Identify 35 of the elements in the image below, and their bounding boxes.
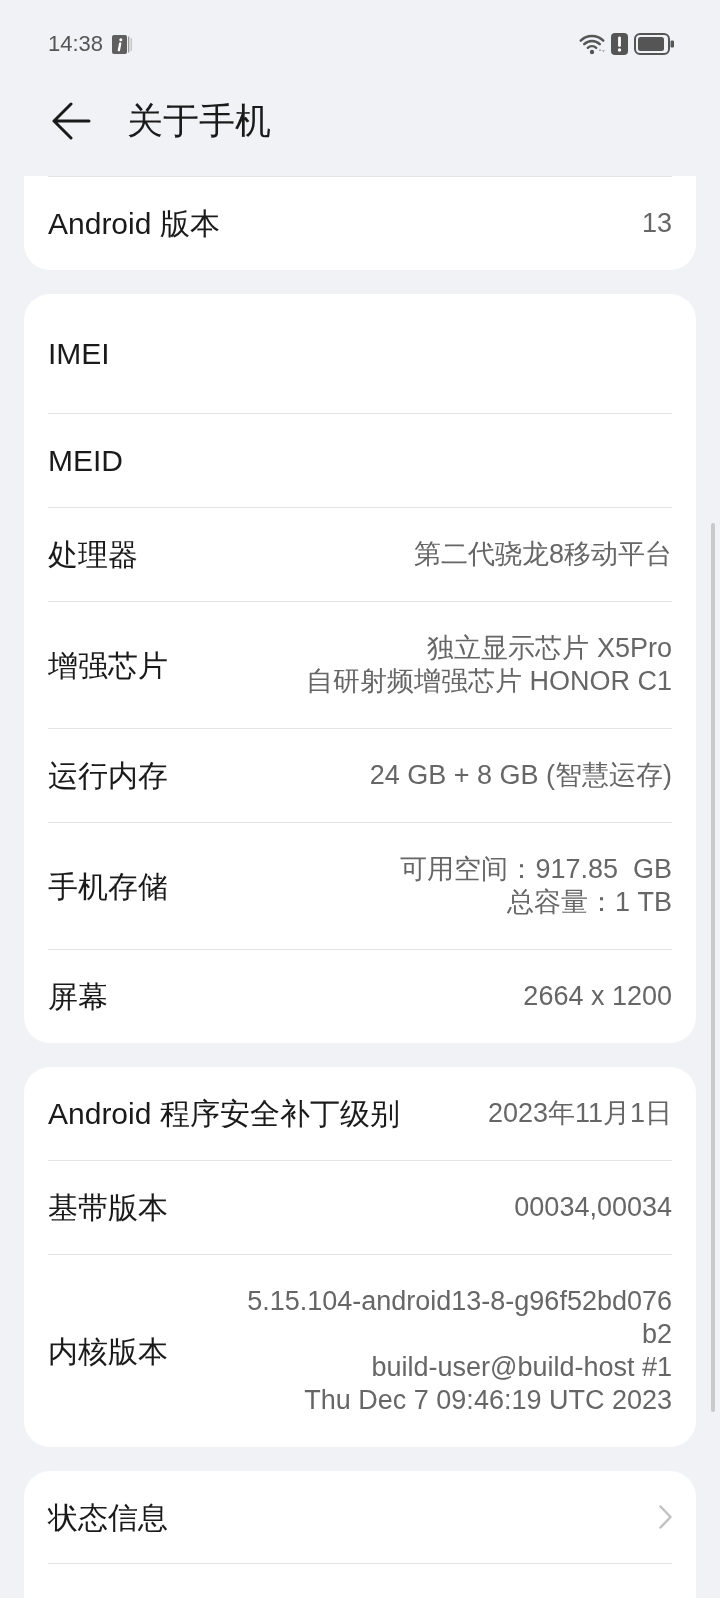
setting-label: 运行内存 — [48, 759, 168, 792]
setting-label: Android 版本 — [48, 207, 220, 240]
setting-label: 屏幕 — [48, 980, 108, 1013]
setting-label: 增强芯片 — [48, 648, 168, 682]
setting-value: 24 GB + 8 GB (智慧运存) — [369, 759, 672, 792]
setting-value: 第二代骁龙8移动平台 — [413, 538, 672, 571]
setting-value: 自研射频增强芯片 HONOR C1 — [305, 665, 672, 698]
settings-list-item[interactable]: 状态信息 — [48, 1471, 672, 1563]
info-icon — [112, 34, 133, 54]
battery-icon — [634, 33, 674, 55]
setting-value: 13 — [641, 207, 672, 240]
setting-label: MEID — [48, 444, 123, 477]
setting-value: 2664 x 1200 — [523, 980, 672, 1013]
setting-value: b2 — [641, 1318, 672, 1351]
setting-value: 2023年11月1日 — [487, 1097, 672, 1130]
setting-label: 内核版本 — [48, 1334, 168, 1368]
setting-value: 可用空间：917.85 GB — [400, 853, 672, 886]
page-title: 关于手机 — [127, 100, 271, 142]
setting-label: 手机存储 — [48, 869, 168, 903]
setting-value: 00034,00034 — [514, 1191, 672, 1224]
back-button[interactable] — [51, 102, 91, 140]
setting-label: Android 程序安全补丁级别 — [48, 1097, 400, 1130]
setting-label: IMEI — [48, 337, 110, 370]
setting-value: 5.15.104-android13-8-g96f52bd076 — [247, 1285, 672, 1318]
setting-value: build-user@build-host #1 — [371, 1351, 672, 1384]
setting-label: 处理器 — [48, 538, 138, 571]
setting-label: 基带版本 — [48, 1191, 168, 1224]
setting-value: 总容量：1 TB — [506, 886, 672, 919]
chevron-right-icon — [659, 1505, 672, 1529]
setting-value: 独立显示芯片 X5Pro — [427, 632, 672, 665]
alert-icon — [611, 33, 628, 55]
status-time: 14:38 — [48, 31, 104, 57]
back-arrow-icon — [51, 102, 91, 140]
setting-value: Thu Dec 7 09:46:19 UTC 2023 — [304, 1384, 672, 1417]
wifi-icon — [579, 33, 605, 55]
